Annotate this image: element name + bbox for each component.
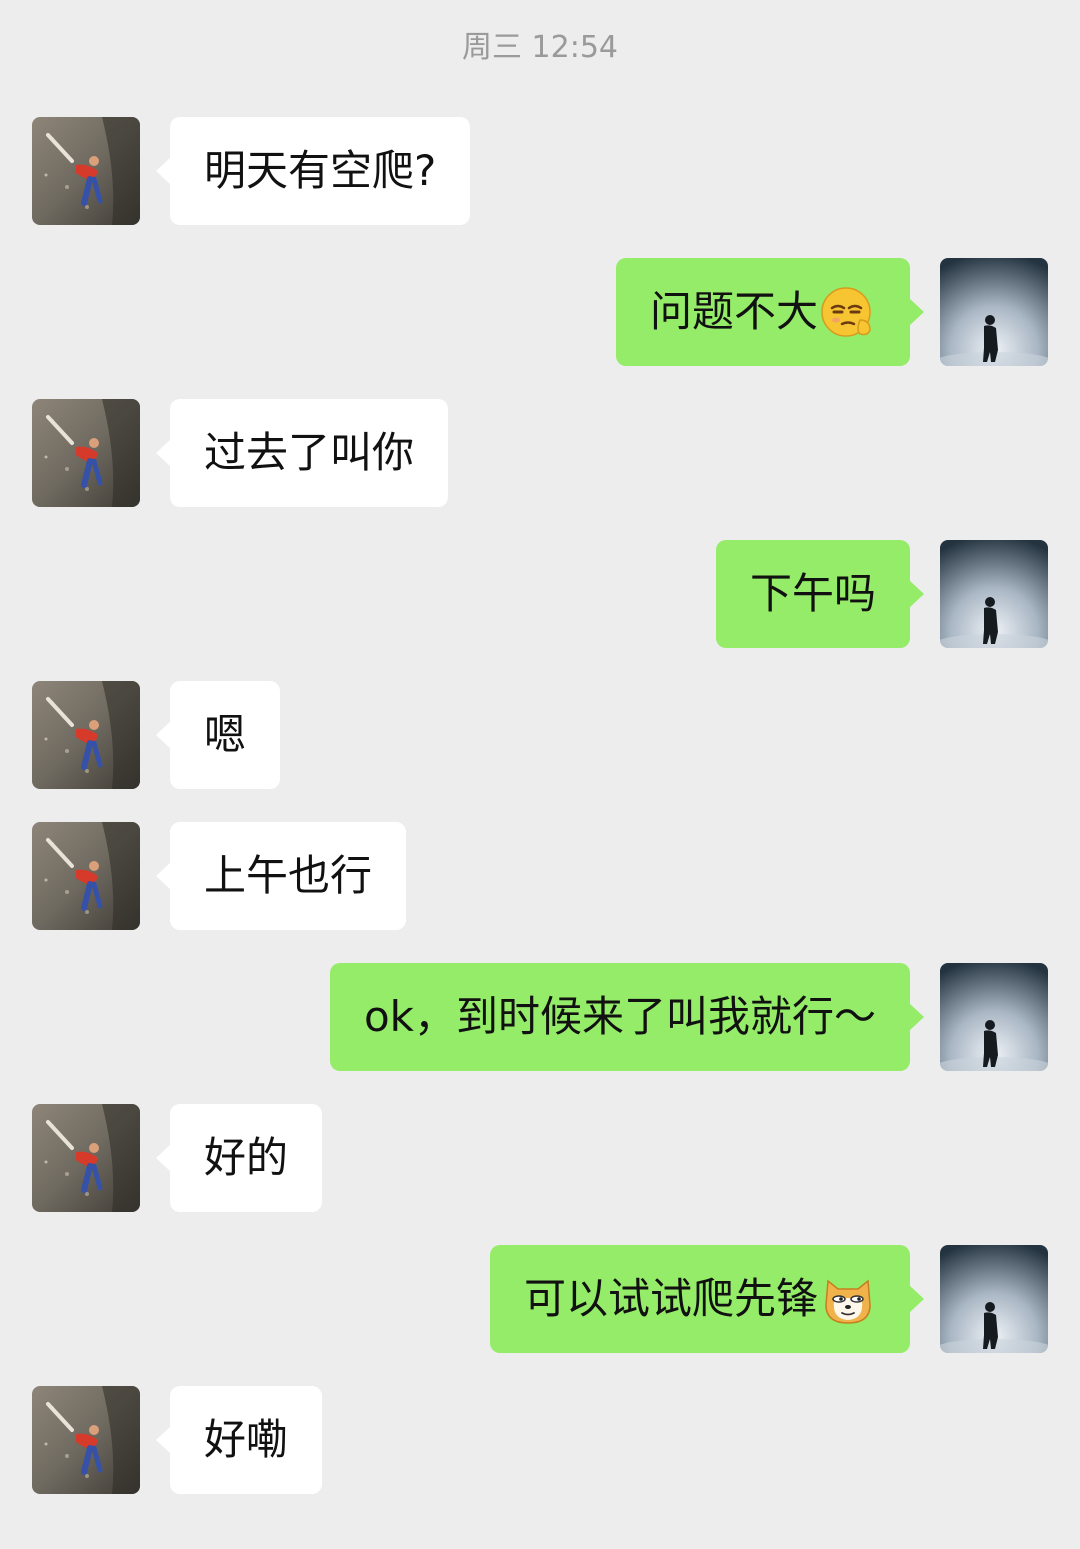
silhouette-avatar-image (940, 1245, 1048, 1353)
chat-timestamp: 周三 12:54 (462, 30, 618, 65)
contact-avatar[interactable] (32, 822, 140, 930)
my-avatar[interactable] (940, 258, 1048, 366)
climber-avatar-image (32, 1386, 140, 1494)
message-text: ok，到时候来了叫我就行～ (363, 992, 876, 1041)
message-text: 问题不大 (649, 287, 818, 336)
contact-avatar[interactable] (32, 681, 140, 789)
incoming-message-bubble[interactable]: 嗯 (155, 681, 281, 789)
smug-face-emoji-icon (820, 284, 876, 340)
climber-avatar-image (32, 1104, 140, 1212)
incoming-message-bubble[interactable]: 好嘞 (155, 1386, 323, 1494)
silhouette-avatar-image (940, 540, 1048, 648)
contact-avatar[interactable] (32, 1386, 140, 1494)
outgoing-message-bubble[interactable]: 下午吗 (715, 540, 925, 648)
message-text: 上午也行 (204, 851, 373, 900)
my-avatar[interactable] (940, 963, 1048, 1071)
outgoing-message-bubble[interactable]: 问题不大 (615, 258, 925, 366)
contact-avatar[interactable] (32, 1104, 140, 1212)
message-text: 明天有空爬? (204, 146, 437, 195)
incoming-message-bubble[interactable]: 过去了叫你 (155, 399, 449, 507)
silhouette-avatar-image (940, 963, 1048, 1071)
climber-avatar-image (32, 681, 140, 789)
contact-avatar[interactable] (32, 117, 140, 225)
outgoing-message-bubble[interactable]: 可以试试爬先锋 (489, 1245, 925, 1353)
message-text: 可以试试爬先锋 (523, 1274, 818, 1323)
message-text: 下午吗 (749, 569, 876, 618)
outgoing-message-bubble[interactable]: ok，到时候来了叫我就行～ (329, 963, 925, 1071)
message-text: 好的 (204, 1133, 289, 1182)
climber-avatar-image (32, 822, 140, 930)
silhouette-avatar-image (940, 258, 1048, 366)
contact-avatar[interactable] (32, 399, 140, 507)
my-avatar[interactable] (940, 540, 1048, 648)
incoming-message-bubble[interactable]: 好的 (155, 1104, 323, 1212)
message-text: 嗯 (204, 710, 247, 759)
my-avatar[interactable] (940, 1245, 1048, 1353)
incoming-message-bubble[interactable]: 明天有空爬? (155, 117, 471, 225)
message-text: 好嘞 (204, 1415, 289, 1464)
climber-avatar-image (32, 399, 140, 507)
climber-avatar-image (32, 117, 140, 225)
doge-emoji-icon (820, 1271, 876, 1327)
message-text: 过去了叫你 (204, 428, 415, 477)
incoming-message-bubble[interactable]: 上午也行 (155, 822, 407, 930)
